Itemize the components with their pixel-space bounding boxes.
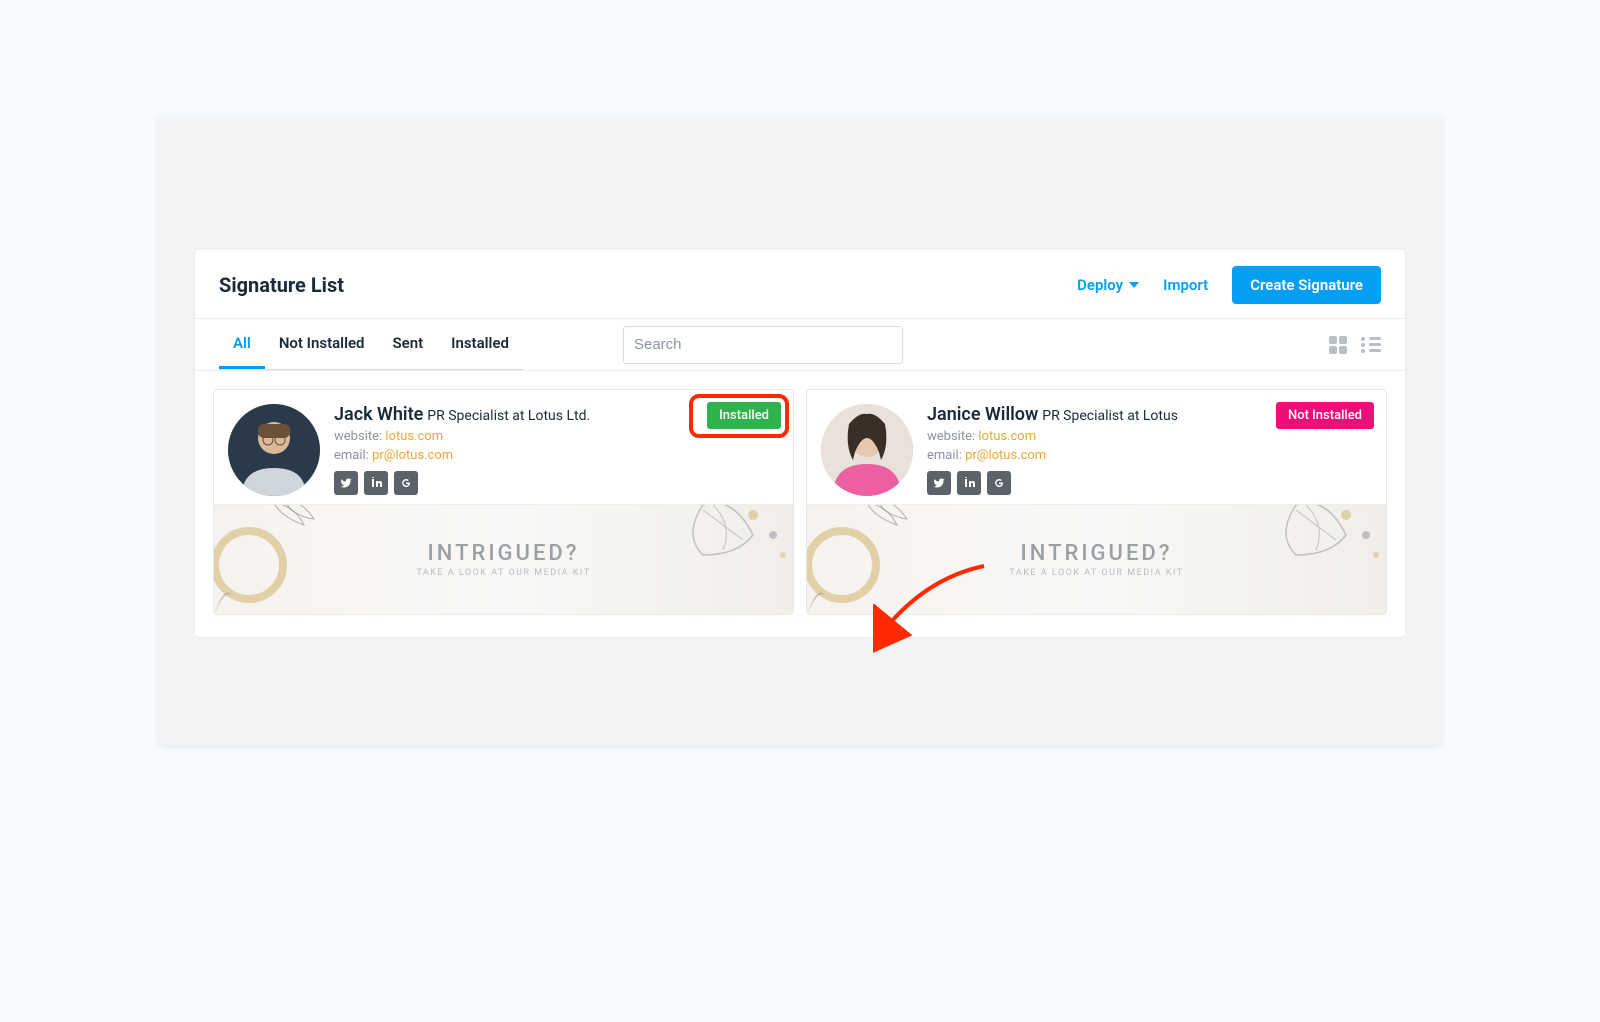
tab-sent[interactable]: Sent xyxy=(379,319,438,369)
avatar-person-icon xyxy=(821,404,913,496)
chevron-down-icon xyxy=(1129,282,1139,288)
tab-not-installed[interactable]: Not Installed xyxy=(265,319,379,369)
website-value: lotus.com xyxy=(978,429,1036,444)
signature-list-panel: Signature List Deploy Import Create Sign… xyxy=(195,250,1405,637)
email-value: pr@lotus.com xyxy=(965,448,1046,463)
search-input[interactable] xyxy=(634,336,892,353)
banner-title: INTRIGUED? xyxy=(428,541,580,566)
deploy-label: Deploy xyxy=(1077,276,1123,294)
avatar-person-icon xyxy=(228,404,320,496)
website-line: website: lotus.com xyxy=(927,429,1372,444)
email-label: email: xyxy=(927,448,962,463)
avatar xyxy=(228,404,320,496)
linkedin-icon[interactable] xyxy=(957,471,981,495)
person-name: Jack White xyxy=(334,404,423,425)
deploy-dropdown[interactable]: Deploy xyxy=(1077,276,1139,294)
import-button[interactable]: Import xyxy=(1163,276,1208,294)
social-icons-row xyxy=(334,471,779,495)
email-line: email: pr@lotus.com xyxy=(334,448,779,463)
twitter-icon[interactable] xyxy=(927,471,951,495)
grid-view-button[interactable] xyxy=(1329,336,1347,354)
website-line: website: lotus.com xyxy=(334,429,779,444)
banner-decoration-right-icon xyxy=(663,504,793,614)
signature-card[interactable]: Not Installed Janice Willow PR Specialis… xyxy=(806,389,1387,615)
banner-decoration-left-icon xyxy=(214,504,334,614)
grid-icon xyxy=(1329,336,1347,354)
website-label: website: xyxy=(334,429,382,444)
person-name: Janice Willow xyxy=(927,404,1038,425)
header-actions: Deploy Import Create Signature xyxy=(1077,266,1381,304)
status-badge-installed: Installed xyxy=(707,402,781,429)
person-role: PR Specialist at Lotus xyxy=(1042,408,1178,424)
toolbar-row: All Not Installed Sent Installed xyxy=(195,319,1405,371)
signature-card[interactable]: Installed Jack White PR Specialist at Lo… xyxy=(213,389,794,615)
website-value: lotus.com xyxy=(385,429,443,444)
banner-decoration-right-icon xyxy=(1256,504,1386,614)
banner-title: INTRIGUED? xyxy=(1021,541,1173,566)
list-view-button[interactable] xyxy=(1361,337,1381,353)
social-icons-row xyxy=(927,471,1372,495)
tab-all[interactable]: All xyxy=(219,319,265,369)
email-line: email: pr@lotus.com xyxy=(927,448,1372,463)
avatar xyxy=(821,404,913,496)
signature-cards-area: Installed Jack White PR Specialist at Lo… xyxy=(195,371,1405,637)
person-role: PR Specialist at Lotus Ltd. xyxy=(427,408,590,424)
website-label: website: xyxy=(927,429,975,444)
page-title: Signature List xyxy=(219,273,344,297)
signature-banner: INTRIGUED? TAKE A LOOK AT OUR MEDIA KIT xyxy=(214,504,793,614)
signature-banner: INTRIGUED? TAKE A LOOK AT OUR MEDIA KIT xyxy=(807,504,1386,614)
create-signature-button[interactable]: Create Signature xyxy=(1232,266,1381,304)
tab-installed[interactable]: Installed xyxy=(437,319,523,369)
banner-subtitle: TAKE A LOOK AT OUR MEDIA KIT xyxy=(416,568,590,578)
banner-subtitle: TAKE A LOOK AT OUR MEDIA KIT xyxy=(1009,568,1183,578)
linkedin-icon[interactable] xyxy=(364,471,388,495)
email-label: email: xyxy=(334,448,369,463)
banner-decoration-left-icon xyxy=(807,504,927,614)
filter-tabs: All Not Installed Sent Installed xyxy=(219,319,523,370)
twitter-icon[interactable] xyxy=(334,471,358,495)
google-icon[interactable] xyxy=(987,471,1011,495)
list-icon xyxy=(1361,337,1381,353)
google-icon[interactable] xyxy=(394,471,418,495)
search-box[interactable] xyxy=(623,326,903,364)
status-badge-not-installed: Not Installed xyxy=(1276,402,1374,429)
view-toggle-group xyxy=(1329,336,1381,354)
email-value: pr@lotus.com xyxy=(372,448,453,463)
header-row: Signature List Deploy Import Create Sign… xyxy=(195,250,1405,319)
